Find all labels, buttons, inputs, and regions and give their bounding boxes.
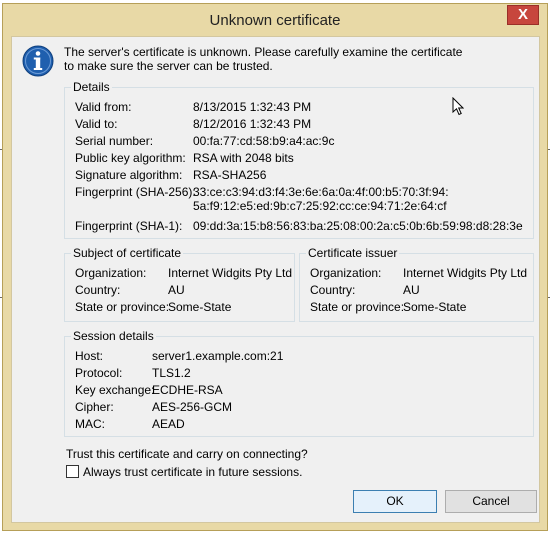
issuer-value: Internet Widgits Pty Ltd bbox=[403, 266, 528, 280]
detail-label: Valid from: bbox=[75, 100, 132, 114]
title-bar[interactable]: Unknown certificate X bbox=[3, 4, 547, 36]
detail-value: 8/12/2016 1:32:43 PM bbox=[193, 117, 312, 131]
issuer-heading: Certificate issuer bbox=[306, 246, 400, 260]
details-heading: Details bbox=[71, 80, 112, 94]
session-label: MAC: bbox=[75, 417, 105, 431]
issuer-value: Some-State bbox=[403, 300, 467, 314]
session-value: ECDHE-RSA bbox=[152, 383, 223, 397]
intro-line-1: The server's certificate is unknown. Ple… bbox=[64, 45, 463, 59]
detail-label: Serial number: bbox=[75, 134, 154, 148]
issuer-value: AU bbox=[403, 283, 420, 297]
session-label: Cipher: bbox=[75, 400, 114, 414]
detail-value: 33:ce:c3:94:d3:f4:3e:6e:6a:0a:4f:00:b5:7… bbox=[193, 185, 449, 199]
issuer-group: Certificate issuer Organization: Interne… bbox=[299, 246, 534, 322]
trust-question: Trust this certificate and carry on conn… bbox=[66, 447, 308, 461]
close-icon: X bbox=[517, 6, 528, 23]
detail-label: Fingerprint (SHA-256): bbox=[75, 185, 196, 199]
info-icon bbox=[22, 45, 54, 77]
detail-label: Public key algorithm: bbox=[75, 151, 186, 165]
detail-value: 8/13/2015 1:32:43 PM bbox=[193, 100, 312, 114]
subject-value: Some-State bbox=[168, 300, 232, 314]
subject-value: AU bbox=[168, 283, 185, 297]
issuer-label: Country: bbox=[310, 283, 356, 297]
always-trust-checkbox[interactable] bbox=[66, 465, 79, 478]
close-button[interactable]: X bbox=[507, 5, 539, 25]
session-heading: Session details bbox=[71, 329, 156, 343]
detail-label: Signature algorithm: bbox=[75, 168, 183, 182]
subject-label: State or province: bbox=[75, 300, 170, 314]
session-value: TLS1.2 bbox=[152, 366, 191, 380]
detail-label: Valid to: bbox=[75, 117, 118, 131]
detail-value-continued: 5a:f9:12:e5:ed:9b:c7:25:92:cc:ce:94:71:2… bbox=[193, 199, 447, 213]
subject-heading: Subject of certificate bbox=[71, 246, 184, 260]
window-title: Unknown certificate bbox=[209, 12, 341, 29]
session-label: Host: bbox=[75, 349, 104, 363]
always-trust-checkbox-row[interactable]: Always trust certificate in future sessi… bbox=[66, 465, 302, 479]
session-value: AEAD bbox=[152, 417, 185, 431]
session-group: Session details Host: server1.example.co… bbox=[64, 329, 534, 437]
session-label: Protocol: bbox=[75, 366, 123, 380]
session-label: Key exchange: bbox=[75, 383, 155, 397]
issuer-label: Organization: bbox=[310, 266, 382, 280]
detail-value: 09:dd:3a:15:b8:56:83:ba:25:08:00:2a:c5:0… bbox=[193, 219, 523, 233]
subject-label: Organization: bbox=[75, 266, 147, 280]
detail-value: RSA-SHA256 bbox=[193, 168, 267, 182]
subject-value: Internet Widgits Pty Ltd bbox=[168, 266, 293, 280]
subject-group: Subject of certificate Organization: Int… bbox=[64, 246, 295, 322]
always-trust-label[interactable]: Always trust certificate in future sessi… bbox=[83, 465, 302, 479]
detail-value: 00:fa:77:cd:58:b9:a4:ac:9c bbox=[193, 134, 335, 148]
detail-value: RSA with 2048 bits bbox=[193, 151, 294, 165]
intro-text: The server's certificate is unknown. Ple… bbox=[64, 45, 504, 73]
issuer-label: State or province: bbox=[310, 300, 405, 314]
session-value: server1.example.com:21 bbox=[152, 349, 284, 363]
subject-label: Country: bbox=[75, 283, 121, 297]
session-value: AES-256-GCM bbox=[152, 400, 233, 414]
certificate-dialog: Unknown certificate X The server's certi… bbox=[2, 3, 548, 531]
detail-label: Fingerprint (SHA-1): bbox=[75, 219, 183, 233]
mouse-pointer-icon bbox=[452, 97, 464, 116]
intro-line-2: to make sure the server can be trusted. bbox=[64, 59, 273, 73]
ok-button[interactable]: OK bbox=[353, 490, 437, 513]
cancel-button[interactable]: Cancel bbox=[445, 490, 537, 513]
